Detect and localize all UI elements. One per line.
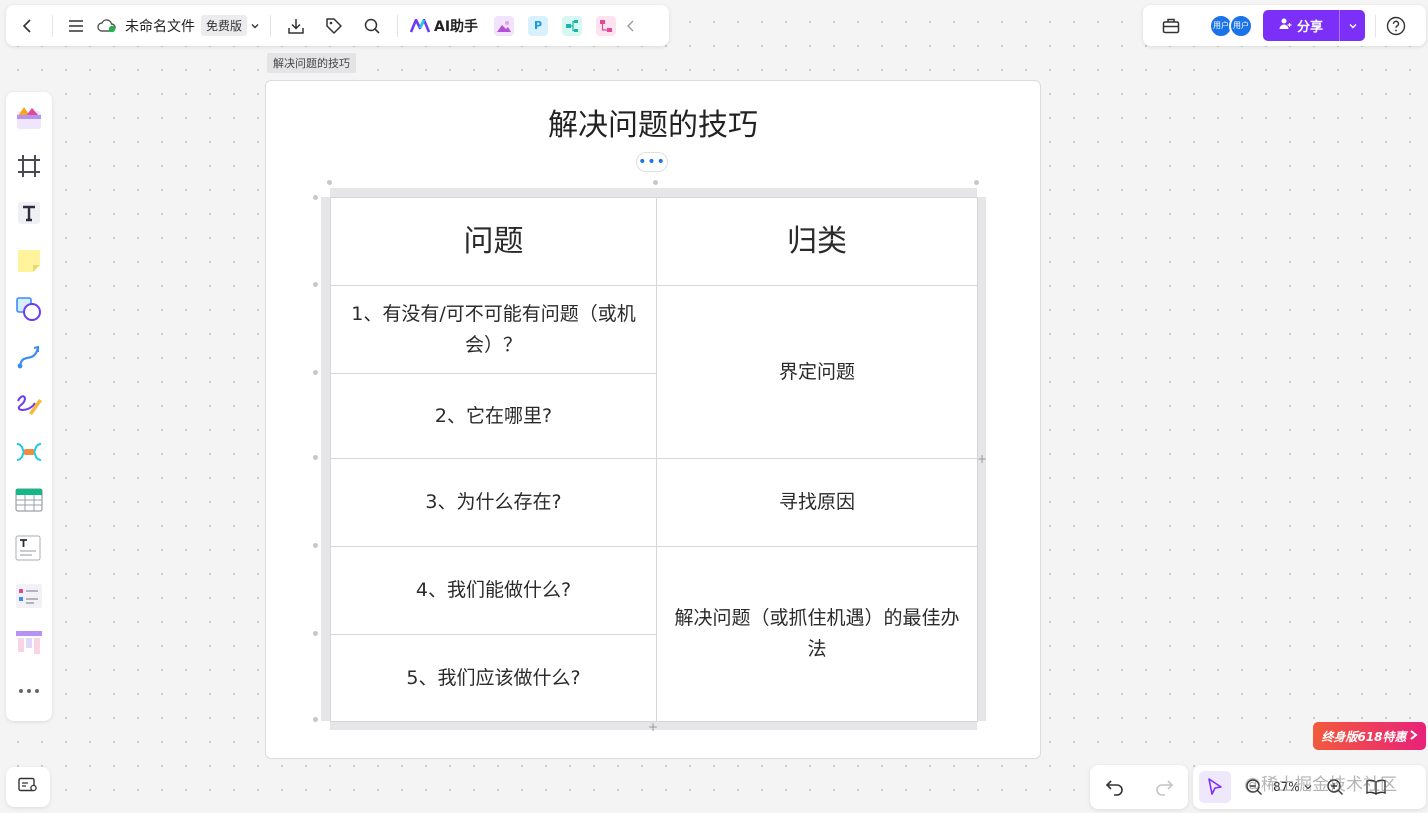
mindmap-icon[interactable]: [11, 434, 47, 470]
divider: [270, 14, 272, 37]
help-icon[interactable]: [1386, 16, 1406, 36]
table-icon[interactable]: [11, 482, 47, 518]
table-header-cell[interactable]: 问题: [330, 197, 657, 286]
pen-icon[interactable]: [11, 387, 47, 423]
list-card-icon[interactable]: [11, 578, 47, 614]
briefcase-icon[interactable]: [1155, 11, 1187, 41]
minimap-button[interactable]: [6, 767, 50, 807]
resize-handle[interactable]: [313, 631, 318, 636]
tag-icon[interactable]: [319, 12, 349, 40]
table-cell[interactable]: 界定问题: [656, 285, 978, 459]
table-header-cell[interactable]: 归类: [656, 197, 978, 286]
more-options-button[interactable]: •••: [636, 152, 668, 172]
download-icon[interactable]: [281, 12, 311, 40]
file-name[interactable]: 未命名文件: [125, 16, 195, 36]
collaborator-avatars[interactable]: 用户 用户: [1209, 13, 1253, 38]
frame-icon[interactable]: [11, 148, 47, 184]
table-cell[interactable]: 寻找原因: [656, 458, 978, 547]
collab-toolbar: 用户 用户 分享: [1143, 5, 1426, 46]
add-row-icon[interactable]: +: [648, 720, 658, 734]
resize-handle[interactable]: [313, 195, 318, 200]
collapse-toolbar-icon[interactable]: [626, 20, 636, 32]
share-label: 分享: [1297, 20, 1324, 35]
creation-sidebar: [6, 92, 52, 721]
promo-banner[interactable]: 终身版618特惠: [1313, 722, 1426, 750]
kanban-icon[interactable]: [11, 625, 47, 661]
resize-handle[interactable]: [327, 180, 332, 185]
image-plugin-icon[interactable]: [494, 15, 515, 36]
avatar[interactable]: 用户: [1229, 13, 1253, 38]
resize-handle[interactable]: [313, 455, 318, 460]
text-card-icon[interactable]: [11, 530, 47, 566]
menu-icon[interactable]: [63, 12, 89, 40]
p-plugin-icon[interactable]: P: [528, 15, 549, 36]
table-top-edge[interactable]: [330, 188, 977, 197]
table-cell[interactable]: 2、它在哪里?: [330, 373, 657, 459]
promo-label: 终身版618特惠: [1321, 729, 1407, 744]
text-icon[interactable]: [11, 196, 47, 232]
undo-icon[interactable]: [1105, 778, 1125, 796]
problem-solving-table[interactable]: 问题 归类 1、有没有/可不可能有问题（或机会）？ 界定问题 2、它在哪里? 3…: [330, 197, 978, 722]
more-icon[interactable]: [11, 673, 47, 709]
page-title[interactable]: 解决问题的技巧: [265, 100, 1041, 144]
resize-handle[interactable]: [313, 370, 318, 375]
select-tool-icon[interactable]: [1199, 771, 1231, 803]
table-left-edge[interactable]: [321, 197, 330, 721]
share-button[interactable]: 分享: [1263, 10, 1365, 41]
table-cell[interactable]: 1、有没有/可不可能有问题（或机会）？: [330, 285, 657, 374]
search-icon[interactable]: [357, 12, 387, 40]
shape-icon[interactable]: [11, 291, 47, 327]
add-column-icon[interactable]: +: [977, 452, 987, 466]
promo-arrow-icon: [1409, 729, 1418, 743]
resize-handle[interactable]: [313, 717, 318, 722]
resize-handle[interactable]: [653, 180, 658, 185]
table-cell[interactable]: 解决问题（或抓住机遇）的最佳办法: [656, 546, 978, 722]
templates-icon[interactable]: [11, 100, 47, 136]
redo-icon[interactable]: [1154, 778, 1174, 796]
table-cell[interactable]: 5、我们应该做什么?: [330, 634, 657, 722]
cloud-saved-icon: [97, 18, 117, 34]
resize-handle[interactable]: [313, 543, 318, 548]
mindmap-plugin-icon[interactable]: [562, 15, 583, 36]
share-options-chevron-icon[interactable]: [1339, 10, 1365, 41]
chevron-down-icon[interactable]: [250, 21, 260, 31]
divider: [1375, 14, 1376, 37]
table-cell[interactable]: 3、为什么存在?: [330, 458, 657, 547]
resize-handle[interactable]: [974, 180, 979, 185]
add-user-icon: [1279, 17, 1292, 34]
resize-handle[interactable]: [313, 282, 318, 287]
table-cell[interactable]: 4、我们能做什么?: [330, 546, 657, 635]
ai-assistant-button[interactable]: AI助手: [410, 16, 478, 36]
connector-icon[interactable]: [11, 339, 47, 375]
flow-plugin-icon[interactable]: [596, 15, 617, 36]
main-toolbar: 未命名文件 免费版 AI助手 P: [6, 5, 669, 46]
plan-badge[interactable]: 免费版: [201, 15, 248, 36]
back-icon[interactable]: [14, 12, 42, 40]
divider: [52, 14, 53, 37]
sticky-note-icon[interactable]: [11, 243, 47, 279]
ai-logo-icon: [410, 18, 431, 33]
frame-label[interactable]: 解决问题的技巧: [267, 53, 356, 73]
map-pin-icon: [18, 777, 38, 797]
ai-assistant-label: AI助手: [434, 18, 479, 35]
history-controls: [1090, 765, 1188, 809]
divider: [397, 14, 399, 37]
watermark: @稀土掘金技术社区: [1244, 775, 1397, 795]
